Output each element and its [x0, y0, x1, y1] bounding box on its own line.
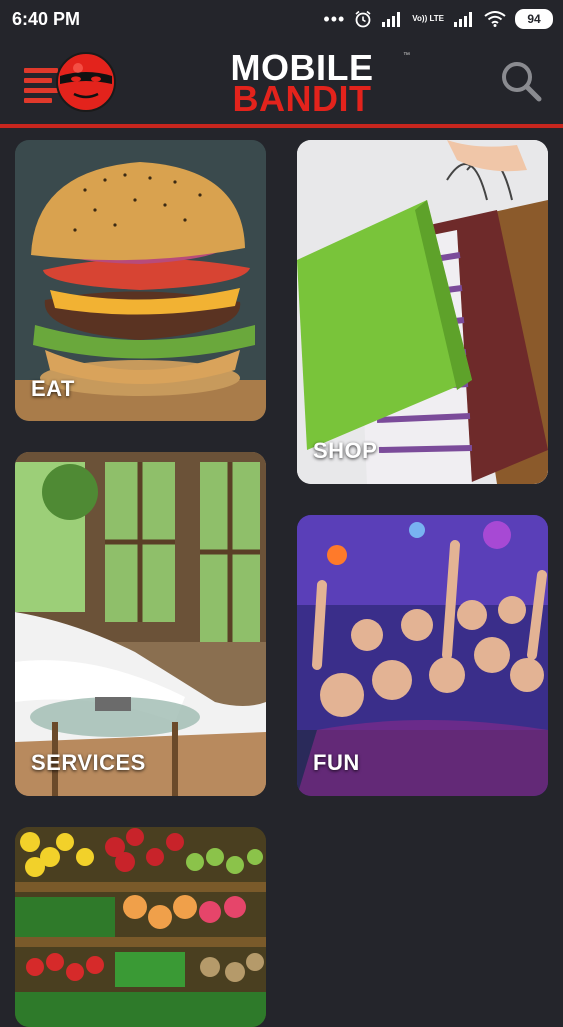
category-tile-eat[interactable]: EAT [15, 140, 266, 421]
spa-image [15, 452, 266, 796]
category-tile-market[interactable] [15, 827, 266, 1027]
bandit-mascot-icon[interactable] [54, 50, 118, 114]
alarm-icon [355, 10, 371, 28]
signal-icon [382, 12, 401, 27]
logo-line-bandit: BANDIT [232, 78, 372, 119]
search-icon[interactable] [498, 58, 544, 104]
wifi-icon [484, 11, 506, 27]
produce-market-image [15, 827, 266, 1027]
shopping-bags-image [297, 140, 548, 484]
mobile-bandit-logo: MOBILE BANDIT ™ [202, 50, 411, 119]
status-time: 6:40 PM [12, 9, 81, 29]
category-tile-fun[interactable]: FUN [297, 515, 548, 796]
status-bar: 6:40 PM ••• Vo)) LTE 94 [0, 0, 563, 40]
battery-indicator: 94 [515, 9, 553, 29]
signal-icon-2 [454, 12, 472, 27]
tile-label-shop: SHOP [313, 438, 378, 463]
category-tile-services[interactable]: SERVICES [15, 452, 266, 796]
status-icons: ••• Vo)) LTE 94 [323, 9, 553, 29]
tile-label-eat: EAT [31, 376, 75, 401]
tile-label-fun: FUN [313, 750, 360, 775]
category-tile-shop[interactable]: SHOP [297, 140, 548, 484]
header-divider [0, 124, 563, 128]
volte-indicator: Vo)) LTE [412, 14, 444, 23]
tile-label-services: SERVICES [31, 750, 146, 775]
trademark-symbol: ™ [403, 52, 410, 59]
app-header: MOBILE BANDIT ™ [0, 40, 563, 126]
more-notifications-icon: ••• [323, 9, 346, 29]
